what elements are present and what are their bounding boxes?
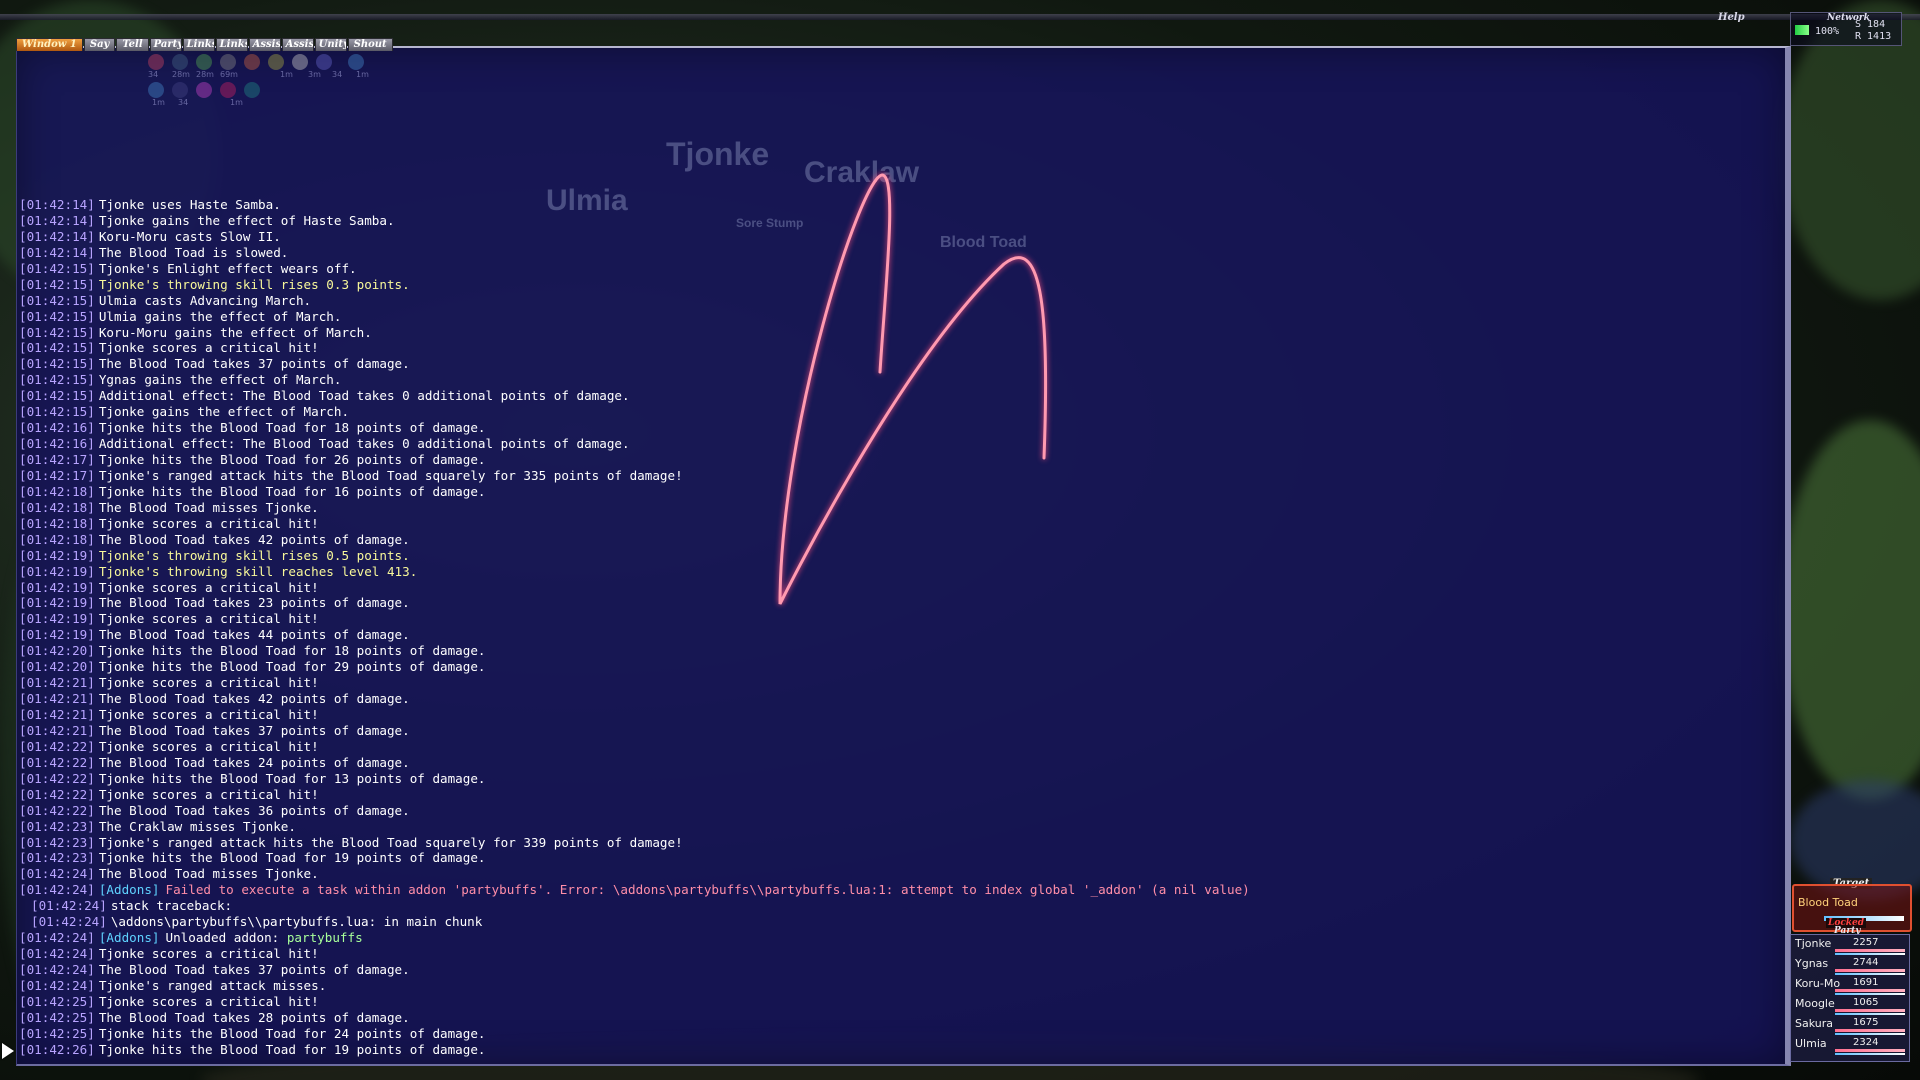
hp-bar bbox=[1835, 1049, 1905, 1052]
projectile-trail bbox=[778, 173, 1048, 605]
hp-bar bbox=[1835, 989, 1905, 992]
mp-bar bbox=[1835, 1033, 1905, 1035]
mp-bar bbox=[1835, 1013, 1905, 1015]
party-member[interactable]: Moogle 1065 bbox=[1795, 997, 1907, 1017]
party-list: Tjonke 2257 Ygnas 2744 Koru-Mo 1691 Moog… bbox=[1790, 934, 1910, 1062]
hp-bar bbox=[1835, 969, 1905, 972]
mp-bar bbox=[1835, 993, 1905, 995]
trail-stroke bbox=[778, 173, 1048, 605]
party-member-name: Moogle bbox=[1795, 997, 1835, 1010]
mp-bar bbox=[1835, 1053, 1905, 1055]
party-member-hp: 2744 bbox=[1853, 957, 1879, 968]
mp-bar bbox=[1835, 973, 1905, 975]
party-member-name: Ygnas bbox=[1795, 957, 1829, 970]
target-name: Blood Toad bbox=[1798, 896, 1858, 909]
chat-input-cursor-icon[interactable] bbox=[2, 1043, 14, 1059]
party-member-hp: 1691 bbox=[1853, 977, 1879, 988]
mp-bar bbox=[1835, 953, 1905, 955]
party-member-hp: 1675 bbox=[1853, 1017, 1879, 1028]
party-member[interactable]: Tjonke 2257 bbox=[1795, 937, 1907, 957]
party-member[interactable]: Ulmia 2324 bbox=[1795, 1037, 1907, 1057]
hp-bar bbox=[1835, 1009, 1905, 1012]
party-member-name: Sakura bbox=[1795, 1017, 1833, 1030]
party-member[interactable]: Sakura 1675 bbox=[1795, 1017, 1907, 1037]
hp-bar bbox=[1835, 949, 1905, 952]
party-member-name: Ulmia bbox=[1795, 1037, 1827, 1050]
party-member-name: Koru-Mo bbox=[1795, 977, 1841, 990]
party-member[interactable]: Koru-Mo 1691 bbox=[1795, 977, 1907, 997]
party-member-hp: 2257 bbox=[1853, 937, 1879, 948]
party-member[interactable]: Ygnas 2744 bbox=[1795, 957, 1907, 977]
party-member-name: Tjonke bbox=[1795, 937, 1832, 950]
party-member-hp: 2324 bbox=[1853, 1037, 1879, 1048]
hp-bar bbox=[1835, 1029, 1905, 1032]
party-member-hp: 1065 bbox=[1853, 997, 1879, 1008]
